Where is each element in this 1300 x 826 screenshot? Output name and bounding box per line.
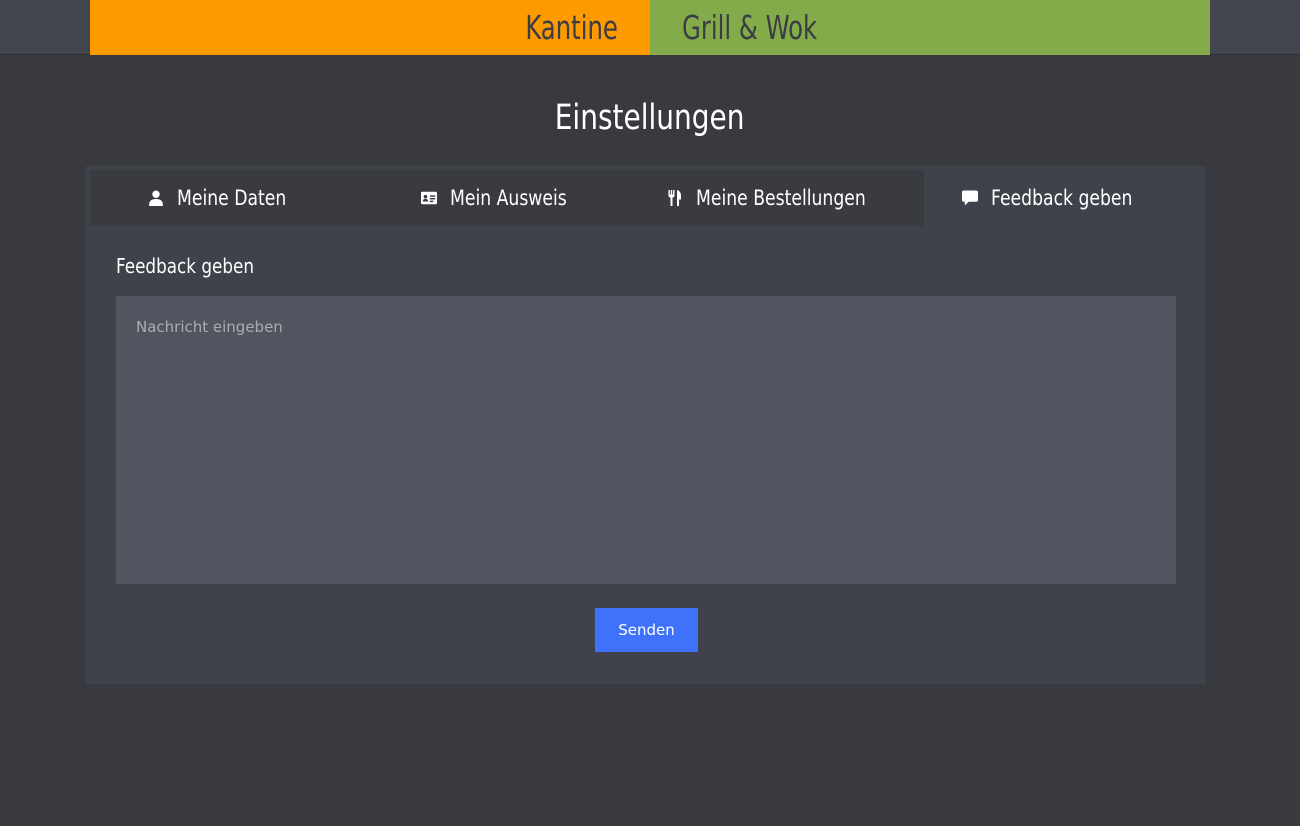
page-title: Einstellungen bbox=[555, 98, 745, 138]
settings-panel: Meine Daten Mein Ausweis Meine Bestellun… bbox=[86, 166, 1206, 684]
tab-feedback-geben[interactable]: Feedback geben bbox=[924, 170, 1202, 226]
brand-grill-wok[interactable]: Grill & Wok bbox=[650, 0, 1210, 55]
fork-knife-icon bbox=[667, 190, 683, 206]
tab-meine-bestellungen[interactable]: Meine Bestellungen bbox=[646, 170, 924, 226]
tab-feedback-geben-label: Feedback geben bbox=[991, 186, 1133, 210]
tab-mein-ausweis[interactable]: Mein Ausweis bbox=[368, 170, 646, 226]
brand-grill-wok-label: Grill & Wok bbox=[682, 8, 818, 47]
brand-kantine[interactable]: Kantine bbox=[90, 0, 650, 55]
tab-meine-daten-label: Meine Daten bbox=[176, 186, 287, 210]
feedback-section-title: Feedback geben bbox=[116, 254, 254, 278]
id-card-icon bbox=[421, 190, 438, 206]
user-icon bbox=[148, 190, 164, 206]
top-bar: Kantine Grill & Wok bbox=[0, 0, 1300, 55]
comment-icon bbox=[962, 190, 979, 206]
tab-meine-daten[interactable]: Meine Daten bbox=[90, 170, 368, 226]
tab-mein-ausweis-label: Mein Ausweis bbox=[450, 186, 568, 210]
tab-meine-bestellungen-label: Meine Bestellungen bbox=[695, 186, 866, 210]
brand-kantine-label: Kantine bbox=[525, 8, 618, 47]
settings-tabs: Meine Daten Mein Ausweis Meine Bestellun… bbox=[90, 170, 1202, 226]
send-button[interactable]: Senden bbox=[595, 608, 698, 652]
feedback-message-input[interactable] bbox=[116, 296, 1176, 584]
